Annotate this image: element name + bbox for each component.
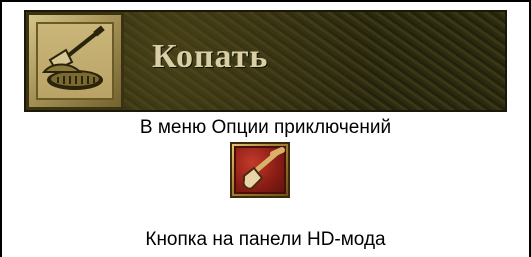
frame-top-line bbox=[0, 0, 531, 2]
dig-banner[interactable]: Копать bbox=[24, 10, 507, 112]
banner-title: Копать bbox=[152, 38, 269, 75]
caption-adventure-menu: В меню Опции приключений bbox=[139, 117, 392, 138]
shovel-icon bbox=[234, 146, 286, 194]
dig-icon-frame[interactable] bbox=[26, 12, 124, 110]
shovel-icon bbox=[36, 22, 114, 100]
caption-hd-panel: Кнопка на панели HD-мода bbox=[145, 229, 386, 250]
hd-dig-button[interactable] bbox=[230, 142, 290, 198]
